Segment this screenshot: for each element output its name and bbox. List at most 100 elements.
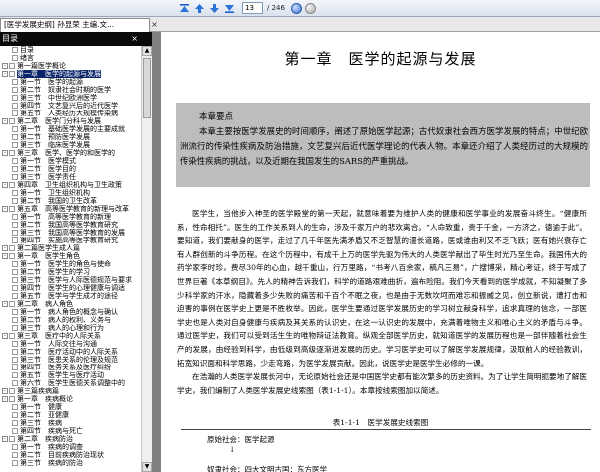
toc-item[interactable]: 第三节 医患关系的伦理及规范 (0, 356, 142, 364)
toc-item[interactable]: 第四节 疾病与死亡 (0, 427, 142, 435)
toc-item[interactable]: 第二节 病人的权利、义务与 (0, 316, 142, 324)
collapse-toggle-icon[interactable]: - (2, 435, 8, 442)
collapse-toggle-icon[interactable]: - (2, 300, 8, 307)
toc-item[interactable]: 第三节 临床医学发展 (0, 141, 142, 149)
collapse-toggle-icon[interactable]: - (2, 70, 8, 77)
toc-item[interactable]: 第二节 医疗活动中的人际关系 (0, 348, 142, 356)
paragraph: 医学生，当他步入神圣的医学殿堂的第一天起，就意味着要为维护人类的健康和医学事业的… (177, 209, 587, 368)
collapse-toggle-icon[interactable]: - (2, 388, 8, 395)
toc-item[interactable]: 第二节 亚健康 (0, 411, 142, 419)
toc-item-label: 第四节 实施高等医学教育研究 (20, 236, 118, 245)
toc-item[interactable]: 第四节 医务关系及医疗纠纷 (0, 364, 142, 371)
toc-item-label: 第二章 病人角色 (17, 300, 73, 308)
collapse-toggle-icon[interactable]: - (2, 62, 8, 69)
toc-item[interactable]: 第二节 预防医学发展 (0, 133, 142, 141)
collapse-toggle-icon[interactable]: - (2, 245, 8, 252)
toc-item-label: 第三节 医学责任 (20, 173, 76, 181)
toc-item[interactable]: 第四节 文艺复兴后的近代医学 (0, 102, 142, 110)
toc-item[interactable]: 第一节 健康 (0, 403, 142, 411)
toc-item[interactable]: 第二节 我国的卫生改革 (0, 197, 142, 205)
collapse-toggle-icon[interactable]: - (2, 181, 8, 188)
toc-item[interactable]: 第二节 奴隶社会时期的医学 (0, 86, 142, 94)
document-tab[interactable]: [医学发展史纲] 孙显荣 主编.文... (0, 18, 150, 32)
toc-item[interactable]: 第五节 人类经历大规模传染病 (0, 110, 142, 117)
toc-item[interactable]: - 第三篇疾病篇 (0, 387, 142, 395)
toc-item[interactable]: 绪言 (0, 54, 142, 62)
prev-page-icon[interactable] (193, 2, 206, 15)
toc-item[interactable]: 第二节 医学生的学习 (0, 268, 142, 276)
toc-item[interactable]: - 第二章 病人角色 (0, 300, 142, 308)
first-page-icon[interactable] (178, 2, 191, 15)
toc-item[interactable]: 第三节 医学责任 (0, 173, 142, 181)
toc-item[interactable]: 第三节 医学与人际医德规范与要求 (0, 276, 142, 284)
toc-item[interactable]: 第五节 医学与学生成才的途径 (0, 292, 142, 300)
bookmark-page-icon (12, 285, 18, 292)
toc-item[interactable]: - 第一章 医学的起源与发展 (0, 69, 142, 78)
options-icon[interactable] (304, 2, 316, 14)
toc-item[interactable]: 第四节 医学生的心理健康与调适 (0, 284, 142, 292)
document-viewport[interactable]: 第一章 医学的起源与发展 本章要点 本章主要按医学发展史的时间顺序，阐述了原始医… (153, 32, 600, 472)
sidebar-header: 目录 × (0, 32, 152, 46)
bookmark-page-icon (12, 237, 18, 244)
toc-item[interactable]: 第三节 中世纪欧洲医学 (0, 94, 142, 102)
toc-item[interactable]: 第二节 医学目的 (0, 165, 142, 173)
bookmark-page-icon (12, 261, 18, 268)
close-tab-icon[interactable]: × (150, 20, 159, 29)
next-page-icon[interactable] (208, 2, 221, 15)
bookmark-page-icon (12, 459, 18, 466)
scrollbar-thumb[interactable] (143, 58, 151, 118)
scroll-down-icon[interactable]: ▼ (142, 462, 152, 472)
bookmark-page-icon (12, 54, 18, 61)
toc-item[interactable]: 第六节 医学生医德关系调整中的 (0, 379, 142, 387)
toc-item[interactable]: - 第一章 医学生角色 (0, 252, 142, 260)
toc-item[interactable]: - 第一篇医学概论 (0, 62, 142, 70)
toc-item[interactable]: - 第四章 卫生组织机构与卫生政策 (0, 181, 142, 189)
toc-item[interactable]: - 第三章 医疗中的人际关系 (0, 332, 142, 340)
toc-item[interactable]: 第三节 疾病的防治 (0, 459, 142, 467)
collapse-toggle-icon[interactable]: - (2, 253, 8, 260)
collapse-toggle-icon[interactable]: - (2, 205, 8, 212)
toc-item[interactable]: 第四节 实施高等医学教育研究 (0, 236, 142, 245)
sidebar-scrollbar[interactable]: ▲ ▼ (141, 46, 152, 472)
toc-item[interactable]: 第二节 我国高等医学教育研究 (0, 221, 142, 229)
collapse-toggle-icon[interactable]: - (2, 150, 8, 157)
toc-item[interactable]: - 第二章 疾病防治 (0, 435, 142, 443)
bookmark-page-icon (12, 324, 18, 331)
toc-item[interactable]: - 第五章 高等医学教育的新理与改革 (0, 205, 142, 213)
toc-item[interactable]: 第一节 基础医学发展的主要成就 (0, 125, 142, 133)
toc-item[interactable]: 第三节 我国高等医学教育的发展 (0, 229, 142, 237)
collapse-toggle-icon[interactable]: - (2, 332, 8, 339)
toc-item[interactable]: 第一节 医学生的角色与使命 (0, 260, 142, 268)
toc-item[interactable]: 第一节 高等医学教育的新理 (0, 213, 142, 221)
toc-item[interactable]: 目录 (0, 46, 142, 54)
toc-item-label: 第四节 疾病与死亡 (20, 427, 83, 435)
bookmark-page-icon (12, 340, 18, 347)
scroll-up-icon[interactable]: ▲ (142, 46, 152, 56)
toc-item[interactable]: - 第二章 医学门分科与发展 (0, 117, 142, 125)
collapse-toggle-icon[interactable]: - (2, 396, 8, 403)
close-sidebar-icon[interactable]: × (131, 32, 138, 46)
toc-item[interactable]: 第一节 人际交往与沟通 (0, 340, 142, 348)
toc-item[interactable]: 第二节 目前疾病防治现状 (0, 451, 142, 459)
page-number-input[interactable] (242, 2, 263, 14)
toc-item[interactable]: - 第三章 医学、医学的和医学的 (0, 149, 142, 157)
collapse-toggle-icon[interactable]: - (2, 118, 8, 125)
toc-item[interactable]: - 第一章 疾病概论 (0, 395, 142, 403)
toc-item[interactable]: - 第二篇医学生成人篇 (0, 244, 142, 252)
summary-title: 本章要点 (199, 112, 234, 122)
go-page-icon[interactable] (290, 2, 302, 14)
toc-item[interactable]: 第一节 医学模式 (0, 157, 142, 165)
toc-item[interactable]: 第一节 病人角色的概念与确认 (0, 308, 142, 316)
toc-item-label: 第二节 医疗活动中的人际关系 (20, 347, 118, 356)
toc-item-label: 第一章 医学生角色 (17, 252, 80, 261)
toc-item[interactable]: 第一节 卫生组织机构 (0, 189, 142, 197)
toc-item[interactable]: 第五节 医学生与医疗活动 (0, 371, 142, 379)
timeline-table: 原始社会：医学起源 ↓ 奴隶社会：四大文明古国：东方医学 (181, 429, 591, 472)
toc-item[interactable]: 第一节 疾病的调查 (0, 443, 142, 451)
toc-item[interactable]: 第三节 疾病 (0, 419, 142, 427)
last-page-icon[interactable] (223, 2, 236, 15)
paragraph: 在浩瀚的人类医学发展长河中，无论原始社会还是中国医学史都有能次繁多的历史资料。为… (177, 372, 587, 395)
toc-item[interactable]: 第三节 病人的心理和行为 (0, 324, 142, 332)
toc-item[interactable]: 第一节 医学的起源 (0, 78, 142, 86)
bookmark-page-icon (9, 245, 15, 252)
